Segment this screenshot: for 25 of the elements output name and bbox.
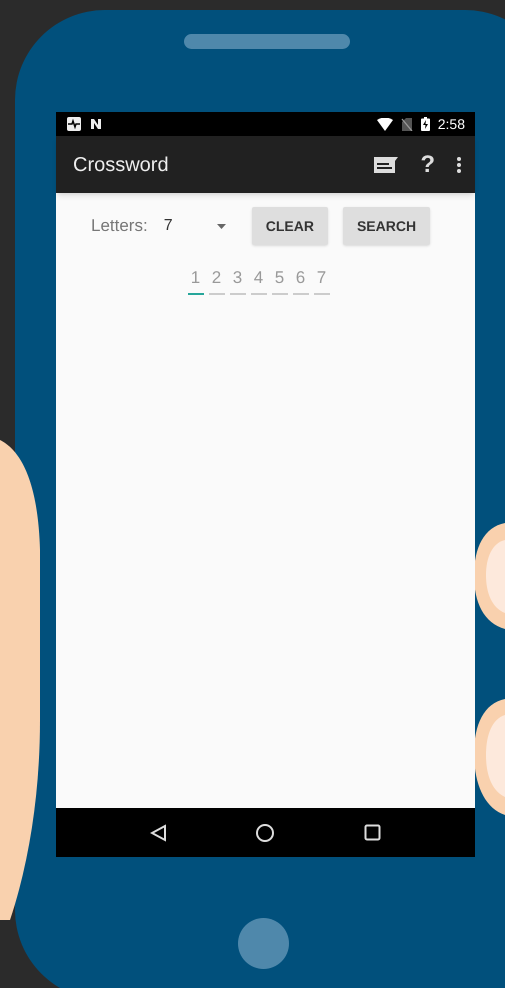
wifi-icon [376,118,393,130]
dropdown-caret-icon [216,224,226,228]
help-button[interactable]: ? [420,152,435,176]
no-sim-icon [400,118,413,130]
message-icon[interactable] [374,156,398,172]
letter-field[interactable]: 5 [272,265,288,294]
letters-label: Letters: [91,215,148,238]
overflow-menu-icon[interactable] [457,156,461,172]
letter-field[interactable]: 6 [292,265,308,294]
letters-dropdown[interactable]: 7 [164,214,226,238]
action-button[interactable]: CLEAR [252,207,328,245]
status-time: 2:58 [438,114,465,134]
n-logo-icon [90,118,102,130]
battery-charging-icon [420,117,430,131]
notification-icon [66,116,82,132]
letter-field[interactable]: 4 [250,265,266,294]
letter-field[interactable]: 3 [230,265,246,294]
app-title: Crossword [73,152,170,178]
home-icon[interactable] [255,822,276,842]
recents-icon[interactable] [364,824,381,841]
action-button[interactable]: SEARCH [342,207,430,245]
letter-field[interactable]: 1 [188,265,204,294]
back-icon[interactable] [150,824,168,842]
letter-field[interactable]: 7 [314,265,330,294]
letter-field[interactable]: 2 [208,265,224,294]
